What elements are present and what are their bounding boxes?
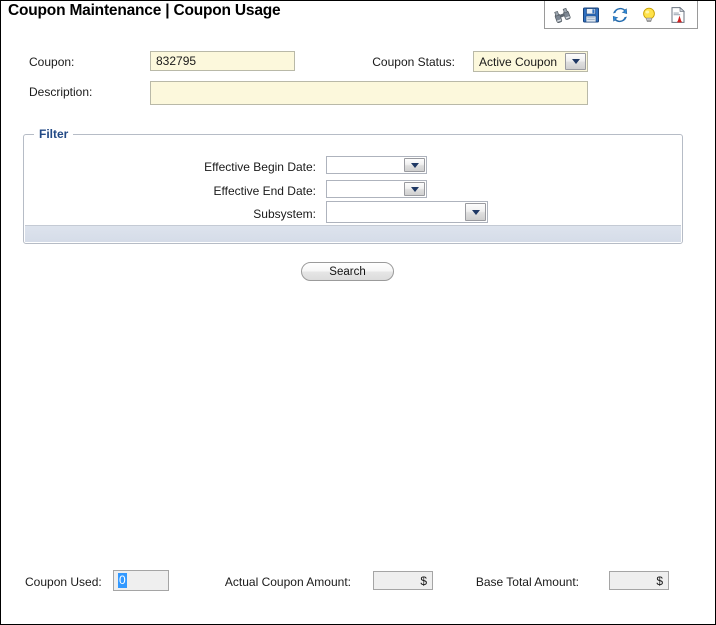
chevron-down-icon bbox=[411, 163, 419, 168]
base-total-amount-input[interactable] bbox=[609, 571, 669, 590]
coupon-maintenance-window: Coupon Maintenance | Coupon Usage bbox=[0, 0, 716, 625]
header-bar: Coupon Maintenance | Coupon Usage bbox=[1, 1, 715, 31]
effective-begin-date-value bbox=[327, 157, 404, 173]
coupon-status-select[interactable]: Active Coupon bbox=[473, 51, 588, 72]
subsystem-dropdown-button[interactable] bbox=[465, 203, 486, 221]
coupon-status-value: Active Coupon bbox=[474, 52, 565, 71]
page-title: Coupon Maintenance | Coupon Usage bbox=[8, 2, 280, 20]
effective-end-date-value bbox=[327, 181, 404, 197]
chevron-down-icon bbox=[472, 210, 480, 215]
subsystem-label: Subsystem: bbox=[161, 207, 316, 221]
report-icon[interactable] bbox=[669, 6, 687, 24]
actual-coupon-amount-input[interactable] bbox=[373, 571, 433, 590]
search-button[interactable]: Search bbox=[301, 262, 394, 281]
chevron-down-icon bbox=[411, 187, 419, 192]
effective-begin-date-dropdown-button[interactable] bbox=[404, 158, 425, 172]
coupon-status-dropdown-button[interactable] bbox=[565, 53, 586, 70]
coupon-used-input[interactable]: 0 bbox=[113, 570, 169, 591]
save-icon[interactable] bbox=[582, 6, 600, 24]
description-input[interactable] bbox=[150, 81, 588, 105]
effective-begin-date-select[interactable] bbox=[326, 156, 427, 174]
chevron-down-icon bbox=[572, 59, 580, 64]
effective-end-date-dropdown-button[interactable] bbox=[404, 182, 425, 196]
effective-begin-date-label: Effective Begin Date: bbox=[161, 160, 316, 174]
subsystem-value bbox=[327, 202, 465, 222]
effective-end-date-select[interactable] bbox=[326, 180, 427, 198]
actual-coupon-amount-label: Actual Coupon Amount: bbox=[206, 575, 351, 589]
lightbulb-icon[interactable] bbox=[640, 6, 658, 24]
coupon-status-label: Coupon Status: bbox=[331, 55, 455, 69]
coupon-used-value: 0 bbox=[118, 573, 127, 588]
filter-footer-bar bbox=[25, 225, 681, 242]
binoculars-icon[interactable] bbox=[553, 6, 571, 24]
effective-end-date-label: Effective End Date: bbox=[161, 184, 316, 198]
filter-legend: Filter bbox=[34, 127, 73, 141]
base-total-amount-label: Base Total Amount: bbox=[449, 575, 579, 589]
toolbar bbox=[544, 1, 698, 29]
refresh-icon[interactable] bbox=[611, 6, 629, 24]
coupon-used-label: Coupon Used: bbox=[25, 575, 102, 589]
subsystem-select[interactable] bbox=[326, 201, 488, 223]
coupon-input[interactable] bbox=[150, 51, 295, 71]
description-label: Description: bbox=[29, 85, 92, 99]
coupon-label: Coupon: bbox=[29, 55, 74, 69]
